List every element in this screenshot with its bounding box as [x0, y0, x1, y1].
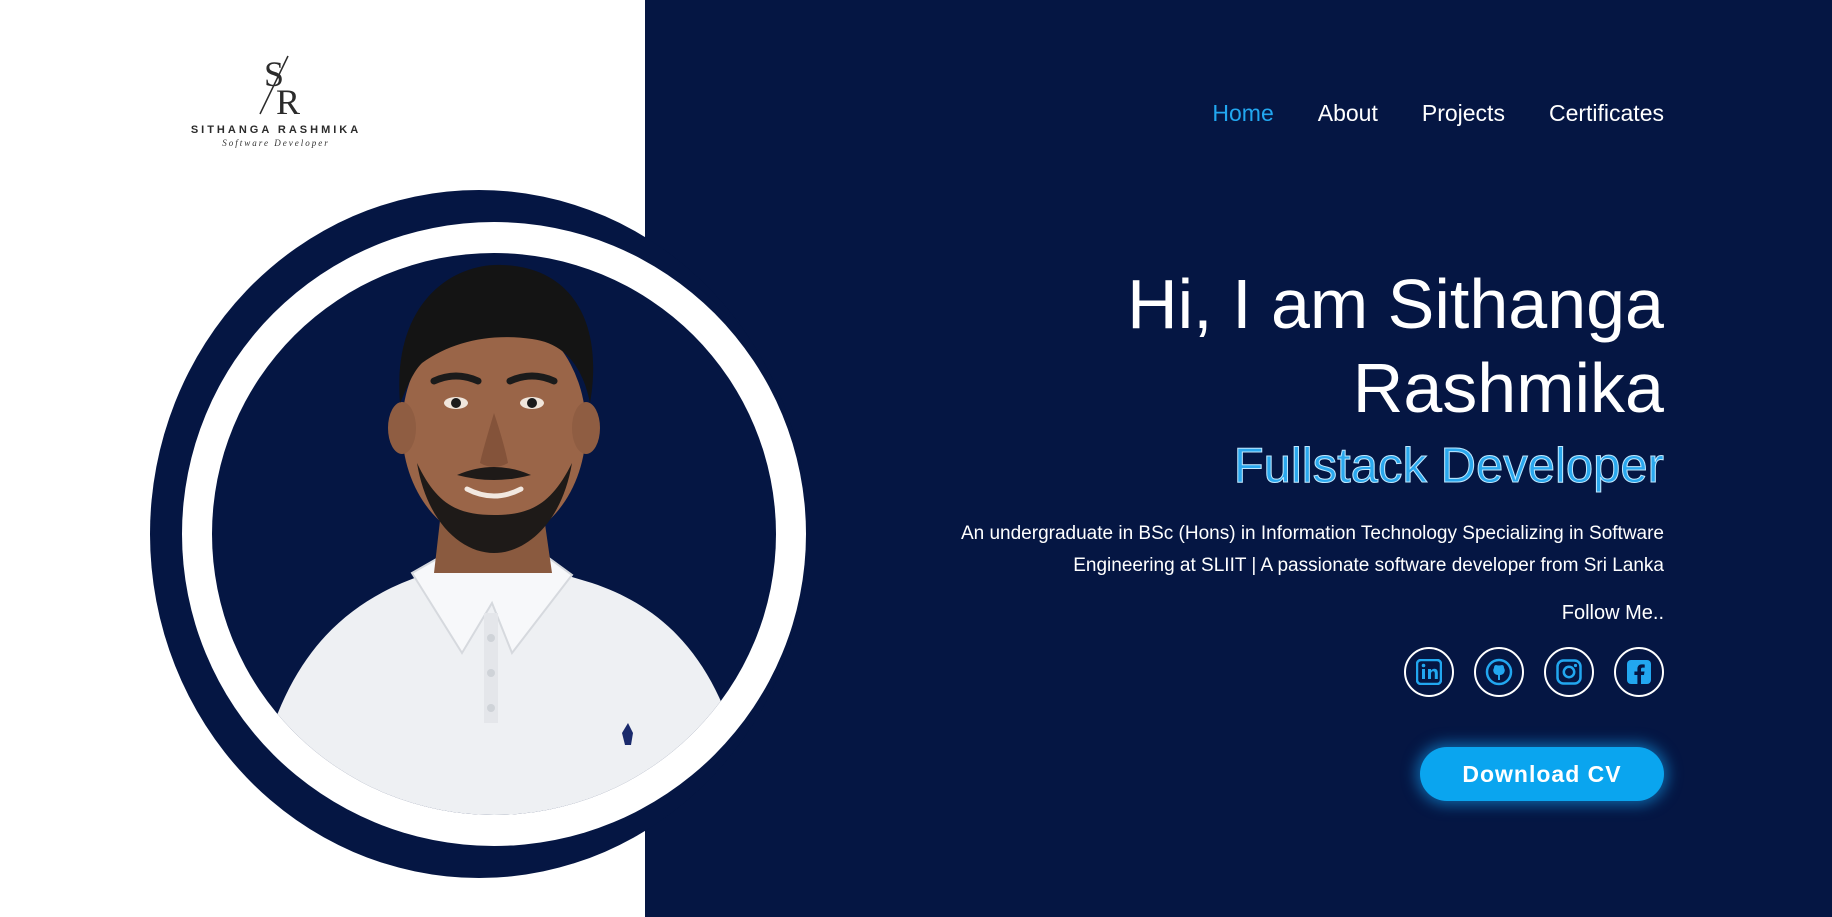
description-line1: An undergraduate in BSc (Hons) in Inform… — [960, 523, 1664, 544]
linkedin-link[interactable] — [1404, 647, 1454, 697]
person-illustration — [252, 264, 752, 815]
logo-name: SITHANGA RASHMIKA — [190, 124, 362, 136]
site-logo[interactable]: S R SITHANGA RASHMIKA Software Developer — [176, 48, 376, 148]
hero-title: Hi, I am Sithanga Rashmika — [764, 262, 1664, 430]
hero-title-line1: Hi, I am Sithanga — [1127, 265, 1664, 343]
linkedin-icon — [1416, 659, 1442, 685]
svg-text:R: R — [276, 82, 300, 118]
instagram-link[interactable] — [1544, 647, 1594, 697]
hero-section: Hi, I am Sithanga Rashmika Fullstack Dev… — [764, 262, 1665, 801]
instagram-icon — [1556, 659, 1582, 685]
monogram-logo: S R — [259, 54, 300, 118]
github-icon — [1485, 658, 1513, 686]
profile-photo — [212, 253, 776, 815]
main-nav: Home About Projects Certificates — [1212, 100, 1664, 127]
description-line2: Engineering at SLIIT | A passionate soft… — [1073, 555, 1664, 576]
nav-certificates[interactable]: Certificates — [1549, 100, 1664, 127]
social-links — [764, 647, 1664, 697]
nav-projects[interactable]: Projects — [1422, 100, 1505, 127]
hero-title-line2: Rashmika — [1352, 349, 1664, 427]
download-cv-button[interactable]: Download CV — [1420, 747, 1664, 801]
facebook-link[interactable] — [1614, 647, 1664, 697]
hero-description: An undergraduate in BSc (Hons) in Inform… — [924, 518, 1664, 582]
nav-about[interactable]: About — [1318, 100, 1378, 127]
follow-label: Follow Me.. — [1561, 602, 1664, 624]
hero-role: Fullstack Developer — [1233, 439, 1664, 494]
nav-home[interactable]: Home — [1212, 100, 1273, 127]
logo-subtitle: Software Developer — [222, 138, 330, 148]
github-link[interactable] — [1474, 647, 1524, 697]
facebook-icon — [1627, 660, 1651, 684]
